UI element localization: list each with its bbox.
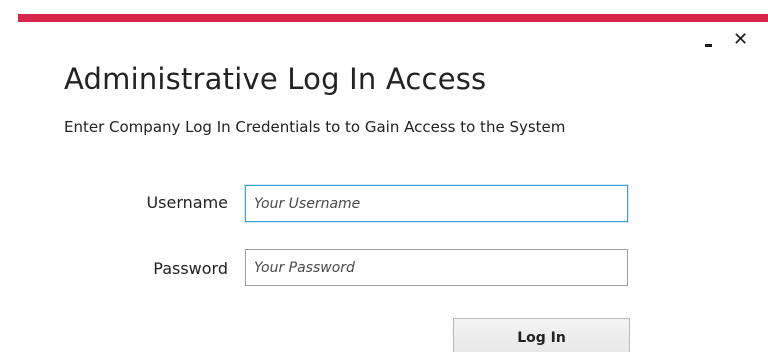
login-window: ✕ Administrative Log In Access Enter Com… xyxy=(0,0,768,352)
minimize-icon xyxy=(705,44,712,47)
username-label: Username xyxy=(146,193,228,212)
password-label: Password xyxy=(153,259,228,278)
accent-bar xyxy=(18,14,768,22)
username-input[interactable] xyxy=(245,185,628,222)
page-subtitle: Enter Company Log In Credentials to to G… xyxy=(64,118,566,136)
password-input[interactable] xyxy=(245,249,628,286)
minimize-button[interactable] xyxy=(702,30,716,50)
page-title: Administrative Log In Access xyxy=(64,62,487,96)
close-button[interactable]: ✕ xyxy=(733,30,748,50)
close-icon: ✕ xyxy=(733,29,749,50)
login-button[interactable]: Log In xyxy=(453,318,630,352)
